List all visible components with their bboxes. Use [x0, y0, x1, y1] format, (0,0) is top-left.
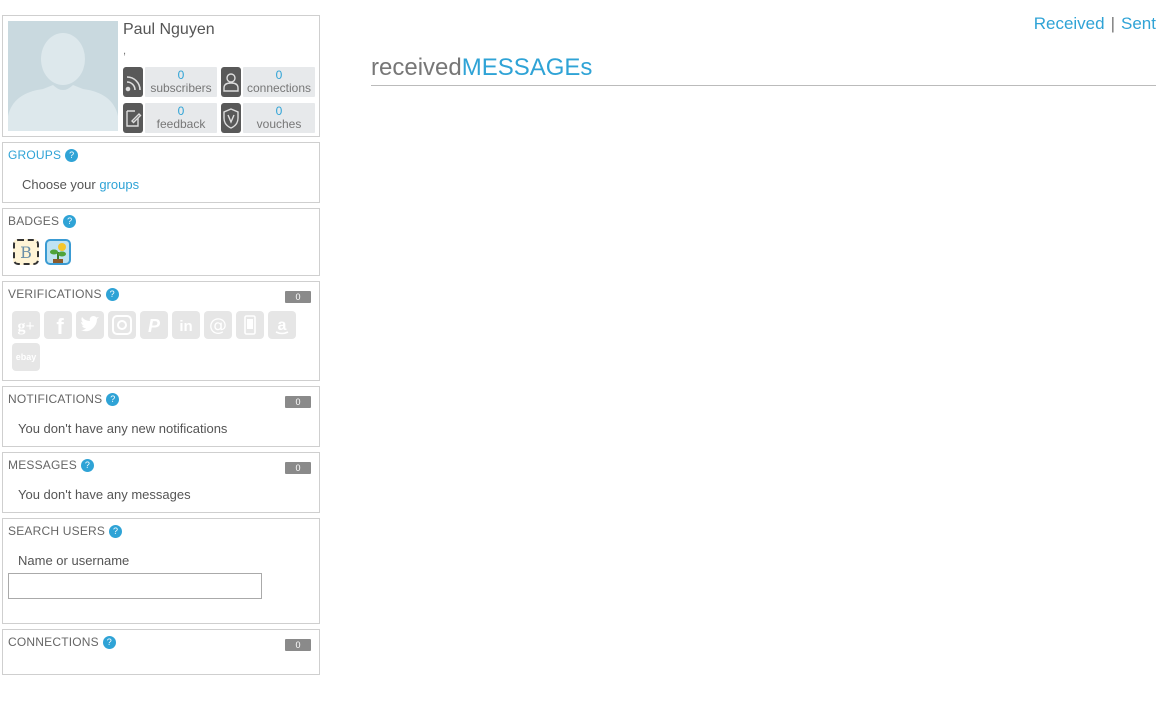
messages-title-text: MESSAGES	[8, 458, 77, 472]
subscribers-label: subscribers	[150, 81, 212, 95]
profile-card: Paul Nguyen , 0 subscribers 0 connection…	[2, 15, 320, 137]
stat-subscribers[interactable]: 0 subscribers	[123, 67, 217, 97]
svg-text:ebay: ebay	[16, 352, 37, 362]
badges-title: BADGES?	[8, 214, 77, 228]
plant-badge-icon[interactable]	[45, 239, 71, 265]
shield-v-icon	[221, 103, 241, 133]
messages-title: MESSAGES?	[8, 458, 94, 472]
page-title-main: MESSAGEs	[461, 54, 593, 81]
vouches-label: vouches	[256, 117, 302, 131]
help-icon[interactable]: ?	[63, 215, 77, 228]
amazon-icon[interactable]: a	[268, 311, 296, 339]
stat-connections[interactable]: 0 connections	[221, 67, 315, 97]
groups-title[interactable]: GROUPS?	[8, 148, 79, 162]
svg-text:g+: g+	[17, 318, 34, 335]
connections-panel: CONNECTIONS? 0	[2, 629, 320, 675]
verifications-count: 0	[285, 291, 311, 303]
message-folder-nav: Received | Sent	[1034, 14, 1156, 34]
search-label: Name or username	[18, 553, 130, 568]
avatar[interactable]	[8, 21, 118, 131]
instagram-icon[interactable]	[108, 311, 136, 339]
help-icon[interactable]: ?	[65, 149, 79, 162]
notifications-empty-text: You don't have any new notifications	[18, 421, 228, 436]
received-link[interactable]: Received	[1034, 14, 1105, 33]
notifications-count: 0	[285, 396, 311, 408]
connections-label: connections	[246, 81, 312, 95]
connections-title-text: CONNECTIONS	[8, 635, 99, 649]
bitcoin-badge-icon[interactable]: B	[13, 239, 39, 265]
email-icon[interactable]: @	[204, 311, 232, 339]
help-icon[interactable]: ?	[105, 288, 119, 301]
badges-title-text: BADGES	[8, 214, 60, 228]
search-input[interactable]	[8, 573, 262, 599]
sent-link[interactable]: Sent	[1121, 14, 1156, 33]
messages-panel: MESSAGES? 0 You don't have any messages	[2, 452, 320, 513]
stat-feedback[interactable]: 0 feedback	[123, 103, 217, 133]
svg-text:B: B	[20, 243, 32, 262]
groups-text: Choose your groups	[22, 177, 139, 192]
connections-title: CONNECTIONS?	[8, 635, 116, 649]
notifications-panel: NOTIFICATIONS? 0 You don't have any new …	[2, 386, 320, 447]
feedback-label: feedback	[156, 117, 206, 131]
help-icon[interactable]: ?	[109, 525, 123, 538]
messages-empty-text: You don't have any messages	[18, 487, 191, 502]
twitter-icon[interactable]	[76, 311, 104, 339]
phone-icon[interactable]	[236, 311, 264, 339]
groups-link[interactable]: groups	[99, 177, 139, 192]
search-users-title-text: SEARCH USERS	[8, 524, 106, 538]
notifications-title: NOTIFICATIONS?	[8, 392, 120, 406]
page-title: receivedMESSAGEs	[371, 54, 1156, 86]
paypal-icon[interactable]: P	[140, 311, 168, 339]
edit-icon	[123, 103, 143, 133]
svg-text:f: f	[56, 314, 64, 339]
facebook-icon[interactable]: f	[44, 311, 72, 339]
page-title-prefix: received	[371, 54, 462, 81]
help-icon[interactable]: ?	[102, 636, 116, 649]
stat-vouches[interactable]: 0 vouches	[221, 103, 315, 133]
profile-name[interactable]: Paul Nguyen	[123, 21, 215, 39]
google-plus-icon[interactable]: g+	[12, 311, 40, 339]
search-users-panel: SEARCH USERS? Name or username	[2, 518, 320, 624]
nav-separator: |	[1110, 14, 1116, 33]
messages-count: 0	[285, 462, 311, 474]
verifications-title: VERIFICATIONS?	[8, 287, 119, 301]
notifications-title-text: NOTIFICATIONS	[8, 392, 103, 406]
connections-count: 0	[285, 639, 311, 651]
rss-icon	[123, 67, 143, 97]
groups-prompt: Choose your	[22, 177, 100, 192]
profile-location: ,	[123, 45, 127, 57]
ebay-icon[interactable]: ebay	[12, 343, 40, 371]
search-users-title: SEARCH USERS?	[8, 524, 123, 538]
svg-text:in: in	[179, 318, 192, 335]
groups-panel: GROUPS? Choose your groups	[2, 142, 320, 203]
badges-panel: BADGES? B	[2, 208, 320, 276]
svg-text:@: @	[209, 315, 227, 336]
verifications-panel: VERIFICATIONS? 0 g+ f P in @ a ebay	[2, 281, 320, 381]
help-icon[interactable]: ?	[80, 459, 94, 472]
linkedin-icon[interactable]: in	[172, 311, 200, 339]
svg-text:P: P	[148, 316, 161, 336]
verifications-title-text: VERIFICATIONS	[8, 287, 102, 301]
user-icon	[221, 67, 241, 97]
help-icon[interactable]: ?	[106, 393, 120, 406]
svg-text:a: a	[278, 317, 287, 334]
groups-title-text: GROUPS	[8, 148, 62, 162]
